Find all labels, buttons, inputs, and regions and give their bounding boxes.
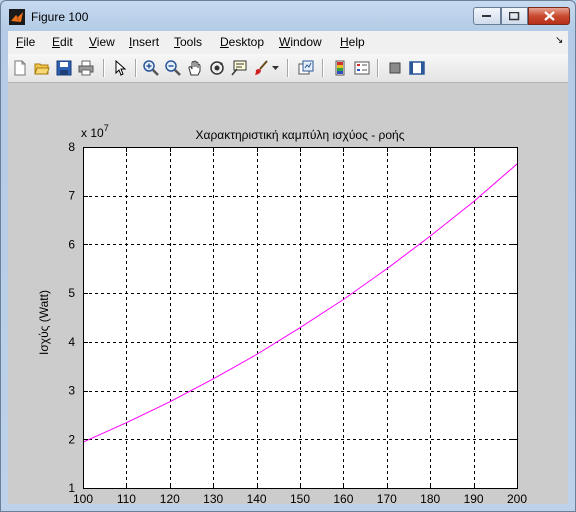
maximize-button[interactable] [501, 7, 528, 25]
x-tick-label: 160 [333, 492, 353, 504]
minimize-icon [482, 15, 491, 17]
figure-client: File Edit View Insert Tools Desktop Wind… [8, 31, 568, 511]
legend-icon[interactable] [352, 58, 372, 78]
chart-title: Χαρακτηριστική καμπύλη ισχύος - ροής [196, 128, 405, 142]
x-tick-label: 150 [290, 492, 310, 504]
x-tick-label: 130 [203, 492, 223, 504]
menu-insert[interactable]: Insert [129, 35, 159, 49]
link-plot-icon[interactable] [296, 58, 316, 78]
y-exponent-label: x 107 [81, 123, 109, 140]
y-exponent-power: 7 [104, 123, 109, 133]
y-tick-label: 2 [68, 432, 75, 446]
window-title: Figure 100 [31, 10, 89, 24]
dock-arrow-icon[interactable]: ↘ [555, 35, 563, 46]
close-button[interactable] [528, 7, 570, 25]
zoom-in-icon[interactable] [141, 58, 161, 78]
y-tick-label: 6 [68, 237, 75, 251]
y-tick-label: 4 [68, 335, 75, 349]
save-icon[interactable] [54, 58, 74, 78]
brush-icon[interactable] [251, 58, 271, 78]
x-tick-label: 110 [117, 492, 136, 504]
y-tick-label: 7 [68, 189, 75, 203]
y-tick-label: 3 [68, 384, 75, 398]
toolbar-separator [135, 59, 137, 77]
menu-view[interactable]: View [89, 35, 115, 49]
menu-desktop[interactable]: Desktop [220, 35, 264, 49]
matlab-logo-icon [9, 9, 25, 25]
toolbar-separator [103, 59, 105, 77]
x-tick-label: 170 [377, 492, 397, 504]
open-file-icon[interactable] [32, 58, 52, 78]
zoom-out-icon[interactable] [163, 58, 183, 78]
menu-bar: File Edit View Insert Tools Desktop Wind… [8, 31, 568, 54]
data-cursor-icon[interactable] [229, 58, 249, 78]
brush-dropdown-icon[interactable] [270, 58, 280, 78]
colorbar-icon[interactable] [330, 58, 350, 78]
x-tick-label: 140 [247, 492, 267, 504]
minimize-button[interactable] [473, 7, 501, 25]
y-tick-label: 8 [68, 140, 75, 154]
figure-toolbar [8, 54, 568, 83]
menu-tools[interactable]: Tools [174, 35, 202, 49]
rotate-3d-icon[interactable] [207, 58, 227, 78]
x-tick-label: 190 [464, 492, 484, 504]
hide-plot-tools-icon[interactable] [385, 58, 405, 78]
edit-plot-icon[interactable] [110, 58, 130, 78]
menu-file[interactable]: File [16, 35, 35, 49]
maximize-icon [509, 11, 520, 20]
y-axis-label: Ισχύς (Watt) [37, 290, 51, 355]
x-tick-label: 200 [507, 492, 527, 504]
menu-window[interactable]: Window [279, 35, 322, 49]
toolbar-separator [322, 59, 324, 77]
close-icon [543, 11, 555, 21]
y-tick-label: 1 [68, 481, 75, 495]
x-tick-label: 180 [420, 492, 440, 504]
x-tick-label: 100 [73, 492, 93, 504]
y-tick-label: 5 [68, 286, 75, 300]
y-exponent-base: x 10 [81, 126, 104, 140]
menu-edit[interactable]: Edit [52, 35, 73, 49]
figure-window: Figure 100 File Edit View Insert Tools D… [0, 0, 576, 512]
plot-svg: 100 110 120 130 140 150 160 170 180 190 200 1 2 3 4 5 6 7… [37, 123, 527, 511]
x-tick-label: 120 [160, 492, 180, 504]
pan-icon[interactable] [185, 58, 205, 78]
menu-help[interactable]: Help [340, 35, 365, 49]
print-icon[interactable] [76, 58, 96, 78]
toolbar-separator [287, 59, 289, 77]
show-plot-tools-icon[interactable] [407, 58, 427, 78]
new-figure-icon[interactable] [10, 58, 30, 78]
toolbar-separator [377, 59, 379, 77]
figure-canvas: 100 110 120 130 140 150 160 170 180 190 200 1 2 3 4 5 6 7… [8, 83, 568, 511]
title-bar[interactable]: Figure 100 [1, 1, 575, 31]
